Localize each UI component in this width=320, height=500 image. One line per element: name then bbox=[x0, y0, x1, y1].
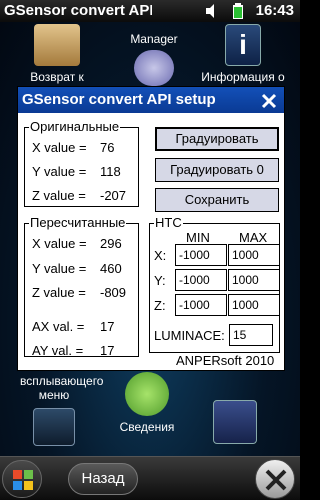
htc-y-min-field[interactable]: -1000 bbox=[175, 269, 227, 291]
night-icon[interactable] bbox=[207, 400, 263, 448]
close-icon bbox=[261, 93, 277, 109]
clock[interactable]: 16:43 bbox=[256, 2, 294, 19]
htc-x-max-field[interactable]: 1000 bbox=[228, 244, 280, 266]
info-icon[interactable]: i Информация о bbox=[193, 24, 293, 84]
recalc-ax-label: AX val. = bbox=[32, 319, 85, 334]
status-bar: GSensor convert API s 16:43 bbox=[0, 0, 300, 22]
original-y-value: 118 bbox=[100, 164, 121, 179]
htc-min-header: MIN bbox=[186, 230, 210, 245]
recalc-ax-value: 17 bbox=[100, 319, 115, 334]
recalc-x-label: X value = bbox=[32, 236, 87, 251]
dialog-title: GSensor convert API setup bbox=[18, 87, 284, 113]
battery-icon[interactable] bbox=[232, 3, 244, 19]
htc-y-max-field[interactable]: 1000 bbox=[228, 269, 280, 291]
recalc-ay-label: AY val. = bbox=[32, 343, 84, 358]
recalculated-legend: Пересчитанные bbox=[29, 215, 127, 231]
original-x-label: X value = bbox=[32, 140, 87, 155]
chart-icon[interactable]: всплывающего меню bbox=[20, 374, 103, 450]
htc-z-label: Z: bbox=[154, 298, 166, 313]
recalc-x-value: 296 bbox=[100, 236, 122, 251]
volume-icon[interactable] bbox=[204, 3, 220, 19]
folder-icon[interactable]: Возврат к bbox=[7, 24, 107, 84]
recalc-ay-value: 17 bbox=[100, 343, 115, 358]
setup-dialog: GSensor convert API setup Оригинальные X… bbox=[17, 86, 285, 371]
recalc-z-label: Z value = bbox=[32, 285, 86, 300]
app-title: GSensor convert API s bbox=[4, 2, 152, 19]
close-app-button[interactable] bbox=[255, 459, 295, 499]
start-button[interactable] bbox=[2, 460, 42, 498]
calibrate-zero-button[interactable]: Градуировать 0 bbox=[155, 158, 279, 182]
original-y-label: Y value = bbox=[32, 164, 87, 179]
save-button[interactable]: Сохранить bbox=[155, 188, 279, 212]
back-button[interactable]: Назад bbox=[68, 463, 138, 495]
htc-max-header: MAX bbox=[239, 230, 268, 245]
calibrate-button[interactable]: Градуировать bbox=[155, 127, 279, 151]
dialog-close-button[interactable] bbox=[260, 87, 278, 113]
htc-luminace-label: LUMINACE: bbox=[154, 328, 225, 343]
taskbar: Назад bbox=[0, 456, 300, 500]
original-x-value: 76 bbox=[100, 140, 115, 155]
recalc-z-value: -809 bbox=[100, 285, 127, 300]
recalc-y-label: Y value = bbox=[32, 261, 87, 276]
close-icon bbox=[265, 469, 287, 491]
htc-z-max-field[interactable]: 1000 bbox=[228, 294, 280, 316]
htc-y-label: Y: bbox=[154, 273, 166, 288]
speech-icon[interactable]: Сведения bbox=[97, 372, 197, 434]
original-legend: Оригинальные bbox=[29, 119, 121, 135]
htc-legend: HTC bbox=[154, 215, 183, 231]
original-z-label: Z value = bbox=[32, 188, 86, 203]
htc-x-label: X: bbox=[154, 248, 167, 263]
htc-luminace-field[interactable]: 15 bbox=[229, 324, 273, 346]
recalc-y-value: 460 bbox=[100, 261, 122, 276]
htc-x-min-field[interactable]: -1000 bbox=[175, 244, 227, 266]
original-z-value: -207 bbox=[100, 188, 127, 203]
manager-icon[interactable]: Manager bbox=[104, 22, 204, 90]
htc-z-min-field[interactable]: -1000 bbox=[175, 294, 227, 316]
footer-credit: ANPERsoft 2010 bbox=[176, 353, 275, 368]
